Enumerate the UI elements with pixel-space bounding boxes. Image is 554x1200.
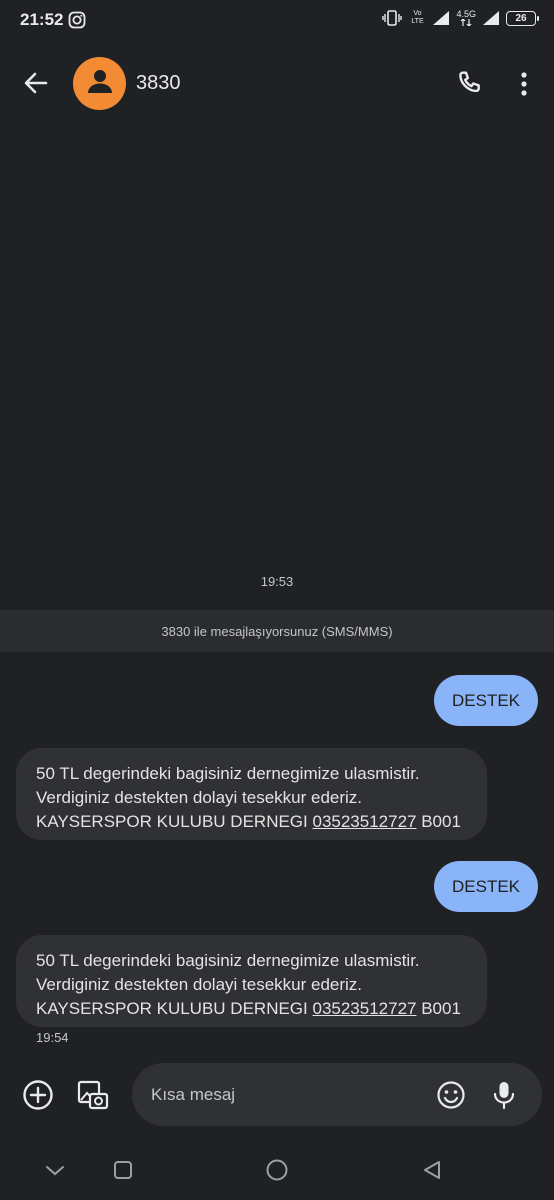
incoming-message[interactable]: 50 TL degerindeki bagisiniz dernegimize …	[16, 935, 487, 1027]
system-nav-bar	[0, 1146, 554, 1194]
message-line: Verdiginiz destekten dolayi tesekkur ede…	[36, 788, 363, 807]
message-text: B001	[416, 812, 461, 831]
contact-name[interactable]: 3830	[136, 72, 181, 95]
outgoing-message[interactable]: DESTEK	[434, 675, 538, 726]
more-vert-icon[interactable]	[512, 68, 536, 100]
status-icons: Vo LTE 4.5G 26	[382, 9, 539, 27]
status-bar: 21:52 Vo LTE 4.5G 26	[0, 0, 554, 40]
home-circle-icon[interactable]	[263, 1156, 291, 1184]
message-text: KAYSERSPOR KULUBU DERNEGI	[36, 812, 313, 831]
message-line: KAYSERSPOR KULUBU DERNEGI 03523512727 B0…	[36, 810, 467, 834]
volte-icon: Vo LTE	[411, 10, 424, 25]
message-line: KAYSERSPOR KULUBU DERNEGI 03523512727 B0…	[36, 997, 467, 1021]
message-line: 50 TL degerindeki bagisiniz dernegimize …	[36, 951, 420, 970]
info-banner: 3830 ile mesajlaşıyorsunuz (SMS/MMS)	[0, 610, 554, 652]
message-text: DESTEK	[451, 690, 521, 710]
message-timestamp: 19:54	[36, 1030, 69, 1045]
timestamp: 19:53	[260, 574, 294, 589]
message-line: 50 TL degerindeki bagisiniz dernegimize …	[36, 764, 420, 783]
vibrate-icon	[382, 9, 403, 27]
compose-field[interactable]: Kısa mesaj	[132, 1063, 542, 1126]
message-line: Verdiginiz destekten dolayi tesekkur ede…	[36, 975, 363, 994]
message-input[interactable]: Kısa mesaj	[151, 1085, 235, 1105]
battery-icon: 26	[506, 10, 539, 26]
person-icon	[85, 66, 115, 101]
message-text: B001	[416, 999, 461, 1018]
phone-number-link[interactable]: 03523512727	[312, 999, 416, 1018]
message-text: KAYSERSPOR KULUBU DERNEGI	[36, 999, 313, 1018]
avatar[interactable]	[73, 57, 126, 110]
phone-number-link[interactable]: 03523512727	[312, 812, 416, 831]
signal-icon	[432, 10, 450, 26]
incoming-message[interactable]: 50 TL degerindeki bagisiniz dernegimize …	[16, 748, 487, 840]
chevron-down-icon[interactable]	[41, 1156, 69, 1184]
outgoing-message[interactable]: DESTEK	[434, 861, 538, 912]
status-time: 21:52	[20, 10, 64, 29]
app-bar: 3830	[0, 50, 554, 116]
recents-square-icon[interactable]	[109, 1156, 137, 1184]
back-triangle-icon[interactable]	[418, 1156, 446, 1184]
instagram-icon	[68, 11, 86, 34]
emoji-icon[interactable]	[431, 1075, 471, 1115]
network-4g-icon: 4.5G	[456, 10, 476, 26]
mic-icon[interactable]	[484, 1075, 524, 1115]
message-text: DESTEK	[451, 876, 521, 896]
phone-icon[interactable]	[454, 68, 486, 100]
arrow-back-icon[interactable]	[20, 67, 52, 99]
add-circle-icon[interactable]	[18, 1075, 58, 1115]
signal-icon-2	[482, 10, 500, 26]
gallery-camera-icon[interactable]	[73, 1075, 113, 1115]
compose-bar: Kısa mesaj	[0, 1058, 554, 1132]
